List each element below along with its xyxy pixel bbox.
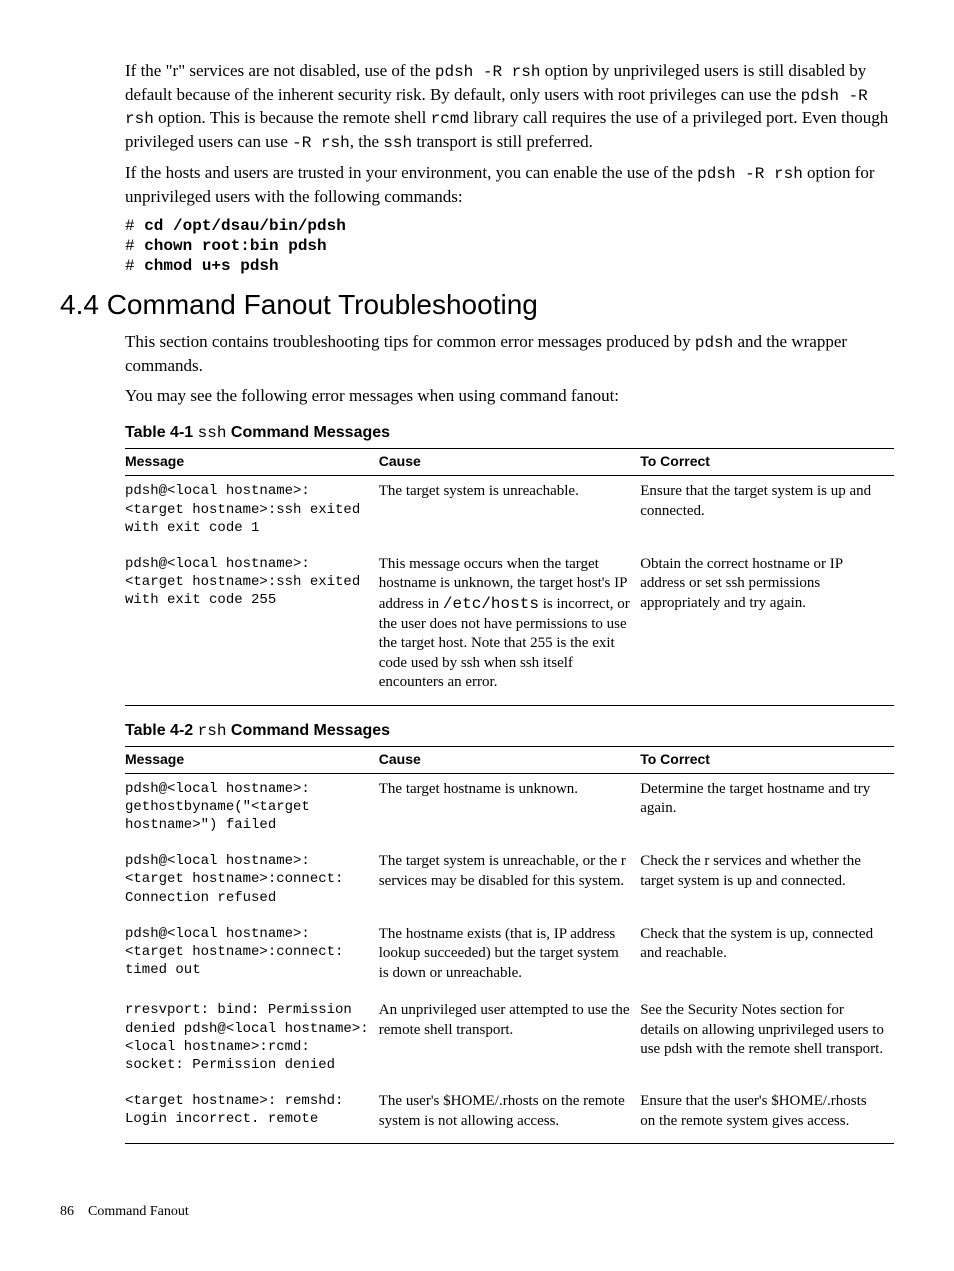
table-1-title: Table 4-1 ssh Command Messages bbox=[125, 424, 894, 442]
code: -R rsh bbox=[292, 134, 350, 152]
table-header-row: Message Cause To Correct bbox=[125, 746, 894, 773]
text: transport is still preferred. bbox=[412, 132, 593, 151]
cell-cause: This message occurs when the target host… bbox=[379, 549, 640, 705]
intro-block: If the "r" services are not disabled, us… bbox=[125, 60, 894, 275]
table-row: pdsh@<local hostname>: <target hostname>… bbox=[125, 549, 894, 705]
code: rcmd bbox=[431, 110, 469, 128]
text: option. This is because the remote shell bbox=[154, 108, 431, 127]
text: Command Messages bbox=[226, 722, 390, 739]
prompt: # bbox=[125, 217, 144, 235]
text: Command Messages bbox=[226, 424, 390, 441]
command: chmod u+s pdsh bbox=[144, 257, 278, 275]
command-line-2: # chown root:bin pdsh bbox=[125, 237, 894, 255]
cell-fix: Ensure that the target system is up and … bbox=[640, 476, 894, 549]
cell-cause: An unprivileged user attempted to use th… bbox=[379, 995, 640, 1086]
rsh-messages-table: Message Cause To Correct pdsh@<local hos… bbox=[125, 746, 894, 1144]
text: Table 4-2 bbox=[125, 722, 198, 739]
cell-cause: The target hostname is unknown. bbox=[379, 773, 640, 846]
prompt: # bbox=[125, 257, 144, 275]
chapter-title: Command Fanout bbox=[88, 1204, 189, 1219]
cell-fix: Check that the system is up, connected a… bbox=[640, 919, 894, 996]
cell-message: <target hostname>: remshd: Login incorre… bbox=[125, 1086, 379, 1144]
cell-message: pdsh@<local hostname>: <target hostname>… bbox=[125, 846, 379, 919]
text: If the "r" services are not disabled, us… bbox=[125, 61, 435, 80]
code: /etc/hosts bbox=[443, 595, 539, 613]
table-row: rresvport: bind: Permission denied pdsh@… bbox=[125, 995, 894, 1086]
page-footer: 86 Command Fanout bbox=[60, 1204, 894, 1220]
cell-fix: Determine the target hostname and try ag… bbox=[640, 773, 894, 846]
code: ssh bbox=[198, 424, 227, 442]
table-row: pdsh@<local hostname>: <target hostname>… bbox=[125, 919, 894, 996]
command-line-1: # cd /opt/dsau/bin/pdsh bbox=[125, 217, 894, 235]
text: Table 4-1 bbox=[125, 424, 198, 441]
cell-fix: Check the r services and whether the tar… bbox=[640, 846, 894, 919]
cell-fix: Obtain the correct hostname or IP addres… bbox=[640, 549, 894, 705]
table-row: pdsh@<local hostname>: <target hostname>… bbox=[125, 476, 894, 549]
code: pdsh -R rsh bbox=[697, 165, 803, 183]
cell-cause: The target system is unreachable. bbox=[379, 476, 640, 549]
code: pdsh bbox=[695, 334, 733, 352]
col-header-message: Message bbox=[125, 746, 379, 773]
section-body: This section contains troubleshooting ti… bbox=[125, 331, 894, 1144]
table-row: pdsh@<local hostname>: <target hostname>… bbox=[125, 846, 894, 919]
cell-cause: The target system is unreachable, or the… bbox=[379, 846, 640, 919]
intro-paragraph-1: If the "r" services are not disabled, us… bbox=[125, 60, 894, 154]
col-header-correct: To Correct bbox=[640, 746, 894, 773]
cell-message: pdsh@<local hostname>: <target hostname>… bbox=[125, 919, 379, 996]
text: This section contains troubleshooting ti… bbox=[125, 332, 695, 351]
section-paragraph-2: You may see the following error messages… bbox=[125, 385, 894, 408]
cell-message: pdsh@<local hostname>: <target hostname>… bbox=[125, 476, 379, 549]
command: cd /opt/dsau/bin/pdsh bbox=[144, 217, 346, 235]
cell-cause: The hostname exists (that is, IP address… bbox=[379, 919, 640, 996]
prompt: # bbox=[125, 237, 144, 255]
col-header-correct: To Correct bbox=[640, 449, 894, 476]
page-number: 86 bbox=[60, 1204, 74, 1219]
section-heading: 4.4 Command Fanout Troubleshooting bbox=[60, 289, 894, 321]
section-paragraph-1: This section contains troubleshooting ti… bbox=[125, 331, 894, 378]
cell-fix: Ensure that the user's $HOME/.rhosts on … bbox=[640, 1086, 894, 1144]
table-header-row: Message Cause To Correct bbox=[125, 449, 894, 476]
intro-paragraph-2: If the hosts and users are trusted in yo… bbox=[125, 162, 894, 209]
cell-fix: See the Security Notes section for detai… bbox=[640, 995, 894, 1086]
text: , the bbox=[350, 132, 384, 151]
table-2-title: Table 4-2 rsh Command Messages bbox=[125, 722, 894, 740]
code: rsh bbox=[198, 722, 227, 740]
code: ssh bbox=[383, 134, 412, 152]
command-line-3: # chmod u+s pdsh bbox=[125, 257, 894, 275]
ssh-messages-table: Message Cause To Correct pdsh@<local hos… bbox=[125, 448, 894, 705]
cell-cause: The user's $HOME/.rhosts on the remote s… bbox=[379, 1086, 640, 1144]
table-row: pdsh@<local hostname>: gethostbyname("<t… bbox=[125, 773, 894, 846]
cell-message: rresvport: bind: Permission denied pdsh@… bbox=[125, 995, 379, 1086]
col-header-message: Message bbox=[125, 449, 379, 476]
cell-message: pdsh@<local hostname>: gethostbyname("<t… bbox=[125, 773, 379, 846]
cell-message: pdsh@<local hostname>: <target hostname>… bbox=[125, 549, 379, 705]
col-header-cause: Cause bbox=[379, 746, 640, 773]
table-row: <target hostname>: remshd: Login incorre… bbox=[125, 1086, 894, 1144]
command: chown root:bin pdsh bbox=[144, 237, 326, 255]
text: If the hosts and users are trusted in yo… bbox=[125, 163, 697, 182]
col-header-cause: Cause bbox=[379, 449, 640, 476]
code: pdsh -R rsh bbox=[435, 63, 541, 81]
